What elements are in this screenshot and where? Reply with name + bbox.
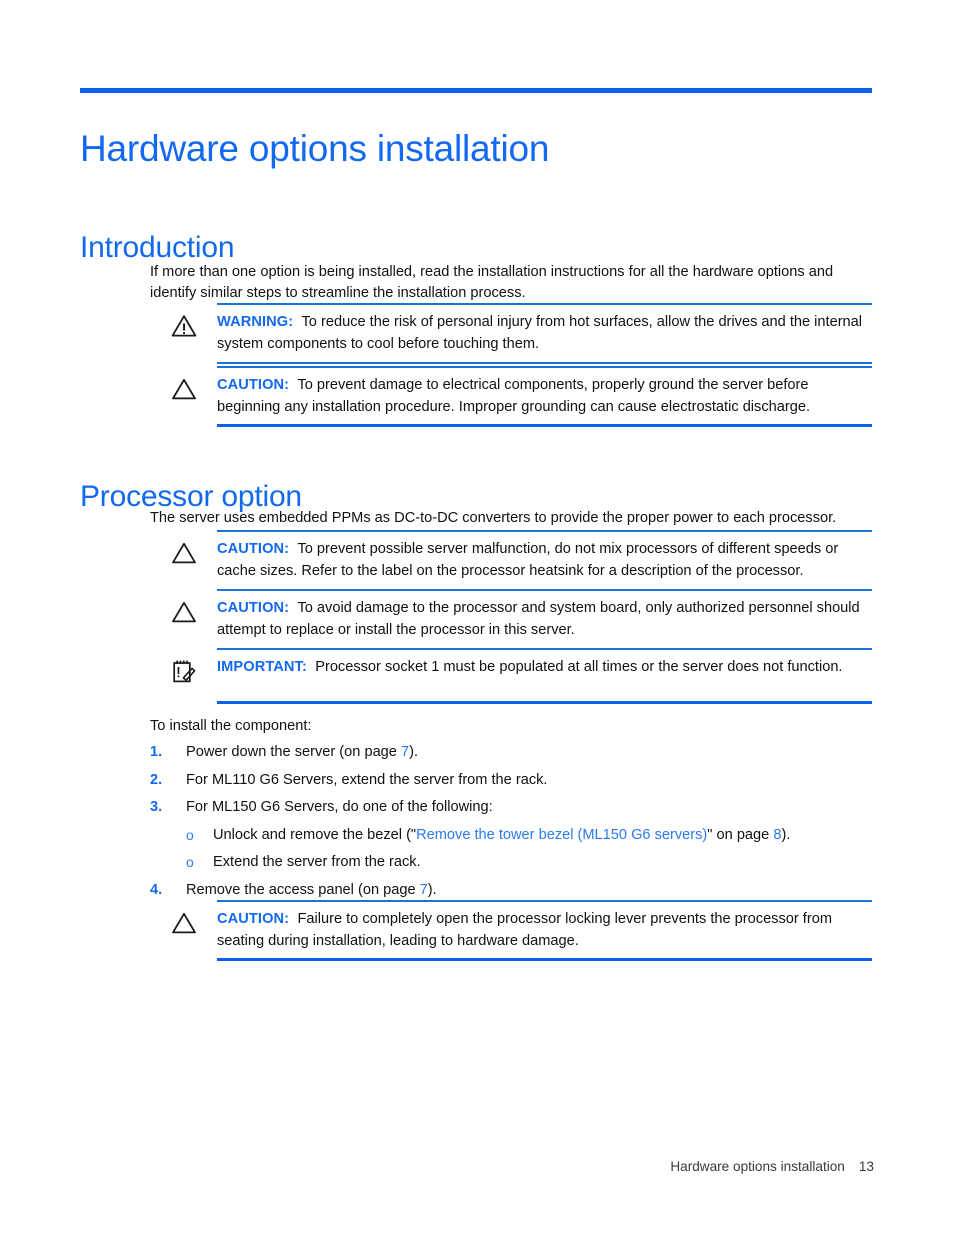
notice-text: To prevent possible server malfunction, …	[217, 541, 839, 579]
substep-text-prefix: Unlock and remove the bezel ("	[213, 826, 417, 843]
list-item: o Extend the server from the rack.	[186, 852, 872, 873]
notice-text: Processor socket 1 must be populated at …	[315, 659, 843, 675]
notice-caution-electrical-ground: CAUTION: To prevent damage to electrical …	[150, 366, 872, 427]
footer-page-number: 13	[858, 1159, 874, 1174]
page-reference-link[interactable]: 7	[420, 882, 428, 898]
warning-triangle-icon	[150, 312, 217, 355]
page-footer: Hardware options installation 13	[0, 1158, 874, 1176]
notice-body: CAUTION: To prevent damage to electrical …	[217, 375, 872, 418]
document-page: Hardware options installation Introducti…	[0, 0, 954, 1235]
processor-option-paragraph: The server uses embedded PPMs as DC-to-D…	[150, 510, 837, 526]
step-text-prefix: Remove the access panel (on page	[186, 881, 420, 898]
substep-text-middle: " on page	[707, 826, 774, 843]
step-marker: 1.	[150, 744, 163, 760]
step-text: For ML110 G6 Servers, extend the server …	[186, 771, 548, 788]
notice-rule-bottom	[217, 701, 872, 704]
step-text: Remove the access panel (on page 7).	[186, 880, 872, 901]
notice-caution-locking-lever: CAUTION: Failure to completely open the p…	[150, 900, 872, 961]
cross-reference-link[interactable]: Remove the tower bezel (ML150 G6 servers…	[416, 827, 707, 843]
procedure-lead-in: To install the component:	[150, 718, 312, 734]
notice-body: IMPORTANT: Processor socket 1 must be pop…	[217, 657, 872, 684]
list-item: o Unlock and remove the bezel ("Remove t…	[186, 825, 872, 846]
step-text: For ML150 G6 Servers, do one of the foll…	[186, 799, 493, 815]
chapter-top-rule	[80, 88, 872, 93]
notice-caution-authorized-personnel: CAUTION: To avoid damage to the processor…	[150, 589, 872, 650]
step-text: Power down the server (on page 7).	[186, 742, 872, 763]
substep-text-suffix: ).	[781, 826, 791, 843]
notice-label: CAUTION:	[217, 911, 290, 927]
list-item: 1. Power down the server (on page 7).	[150, 742, 872, 763]
step-text-suffix: ).	[427, 881, 437, 898]
introduction-paragraph: If more than one option is being install…	[150, 264, 834, 301]
caution-triangle-icon	[150, 598, 217, 641]
notice-body: WARNING: To reduce the risk of personal i…	[217, 312, 872, 355]
notice-text: To reduce the risk of personal injury fr…	[217, 314, 863, 352]
procedure-step-list: 1. Power down the server (on page 7). 2.…	[150, 742, 872, 907]
step-marker: 4.	[150, 881, 163, 898]
notice-label: CAUTION:	[217, 600, 290, 616]
notice-body: CAUTION: Failure to completely open the p…	[217, 909, 872, 952]
notice-label: IMPORTANT:	[217, 659, 307, 675]
step-marker: 2.	[150, 771, 163, 788]
substep-text: Unlock and remove the bezel ("Remove the…	[213, 825, 872, 846]
substep-marker: o	[186, 826, 194, 843]
substep-text: Extend the server from the rack.	[213, 854, 421, 870]
notice-rule-bottom	[217, 424, 872, 427]
list-item: 2. For ML110 G6 Servers, extend the serv…	[150, 770, 872, 791]
footer-chapter-label: Hardware options installation	[670, 1159, 845, 1174]
caution-triangle-icon	[150, 909, 217, 952]
notice-important-socket-one: IMPORTANT: Processor socket 1 must be pop…	[150, 648, 872, 704]
caution-triangle-icon	[150, 539, 217, 582]
step-marker: 3.	[150, 799, 163, 815]
notice-rule-bottom	[217, 362, 872, 364]
step-text-suffix: ).	[409, 744, 419, 760]
notice-rule-bottom	[217, 958, 872, 961]
caution-triangle-icon	[150, 375, 217, 418]
notice-text: Failure to completely open the processor…	[217, 911, 832, 949]
notice-warning-hot-surfaces: WARNING: To reduce the risk of personal i…	[150, 303, 872, 364]
page-title: Hardware options installation	[80, 127, 550, 169]
substep-marker: o	[186, 854, 194, 870]
notice-label: CAUTION:	[217, 541, 290, 557]
notice-caution-mixed-processors: CAUTION: To prevent possible server malfu…	[150, 530, 872, 591]
list-item: 4. Remove the access panel (on page 7).	[150, 880, 872, 901]
notice-text: To avoid damage to the processor and sys…	[217, 600, 860, 638]
notice-text: To prevent damage to electrical componen…	[217, 377, 811, 415]
step-text-prefix: Power down the server (on page	[186, 744, 401, 760]
notice-label: WARNING:	[217, 314, 294, 330]
notice-body: CAUTION: To avoid damage to the processor…	[217, 598, 872, 641]
notice-body: CAUTION: To prevent possible server malfu…	[217, 539, 872, 582]
list-item: 3. For ML150 G6 Servers, do one of the f…	[150, 797, 872, 818]
page-reference-link[interactable]: 7	[401, 744, 409, 760]
notice-label: CAUTION:	[217, 377, 290, 393]
important-notepad-icon	[150, 657, 217, 684]
